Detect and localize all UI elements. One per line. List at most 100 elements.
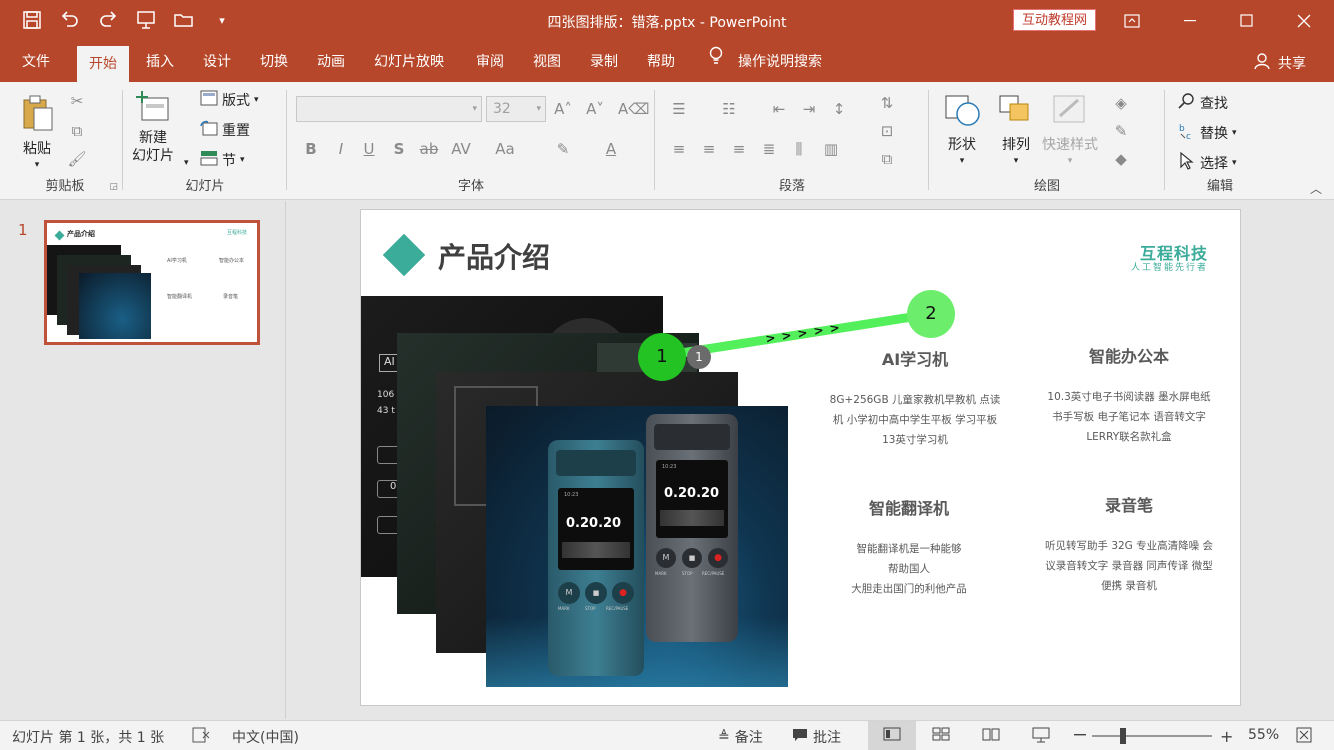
- layout-button[interactable]: 版式 ▾: [200, 90, 259, 110]
- tell-me-search[interactable]: 操作说明搜索: [708, 42, 822, 82]
- cut-icon[interactable]: ✂: [66, 90, 88, 112]
- tab-view[interactable]: 视图: [533, 42, 561, 82]
- notes-icon: ≜: [718, 729, 730, 745]
- tab-design[interactable]: 设计: [203, 42, 231, 82]
- character-spacing-icon[interactable]: AV: [450, 138, 472, 160]
- select-button[interactable]: 选择 ▾: [1178, 151, 1237, 174]
- fit-to-window-button[interactable]: [1296, 727, 1312, 747]
- thumb-item-4: 录音笔: [223, 294, 239, 300]
- notes-button[interactable]: ≜ 备注: [718, 727, 763, 747]
- new-slide-button[interactable]: 新建 幻灯片: [132, 90, 174, 165]
- language-status[interactable]: 中文(中国): [232, 727, 299, 747]
- convert-to-smartart-icon[interactable]: ⧉: [876, 148, 898, 170]
- font-size-input[interactable]: 32 ▾: [486, 96, 546, 122]
- tutorial-badge[interactable]: 互动教程网: [1013, 9, 1096, 31]
- thumb-item-3: 智能翻译机: [167, 294, 193, 300]
- paste-dropdown-icon[interactable]: ▾: [35, 160, 40, 170]
- slide-sorter-view-button[interactable]: [932, 727, 950, 745]
- align-right-icon[interactable]: ≡: [728, 138, 750, 160]
- italic-icon[interactable]: I: [330, 138, 352, 160]
- strikethrough-icon[interactable]: ab: [418, 138, 440, 160]
- zoom-out-button[interactable]: [1074, 734, 1086, 736]
- tab-record[interactable]: 录制: [590, 42, 618, 82]
- share-button[interactable]: 共享: [1254, 52, 1306, 74]
- slideshow-view-button[interactable]: [1032, 727, 1050, 747]
- clipboard-launcher-icon[interactable]: ◲: [109, 182, 118, 192]
- shadow-icon[interactable]: S: [388, 138, 410, 160]
- maximize-icon[interactable]: [1219, 0, 1275, 42]
- tab-help[interactable]: 帮助: [647, 42, 675, 82]
- format-painter-icon[interactable]: 🖌: [66, 148, 88, 170]
- close-icon[interactable]: [1276, 0, 1332, 42]
- select-label: 选择: [1200, 156, 1228, 172]
- status-bar: 幻灯片 第 1 张，共 1 张 中文(中国) ≜ 备注 批注 + 55%: [0, 720, 1334, 750]
- text-direction-icon[interactable]: ⇅: [876, 92, 898, 114]
- ribbon-tabs: 文件 开始 插入 设计 切换 动画 幻灯片放映 审阅 视图 录制 帮助 操作说明…: [0, 42, 1334, 82]
- section-button[interactable]: 节 ▾: [200, 150, 245, 170]
- shape-effects-icon[interactable]: ◆: [1110, 148, 1132, 170]
- customize-qat-icon[interactable]: ▾: [210, 8, 234, 32]
- normal-view-button[interactable]: [868, 721, 916, 750]
- slide[interactable]: 产品介绍 互程科技 人工智能先行者 AI 106 43 t 0 10:23 0.…: [360, 209, 1241, 706]
- underline-icon[interactable]: U: [358, 138, 380, 160]
- tab-file[interactable]: 文件: [22, 42, 50, 82]
- highlight-icon[interactable]: ✎: [552, 138, 574, 160]
- collapse-ribbon-icon[interactable]: ︿: [1310, 180, 1322, 197]
- quick-styles-button[interactable]: 快速样式 ▾: [1042, 92, 1098, 166]
- columns-icon[interactable]: ▥: [820, 138, 842, 160]
- quick-access-toolbar: ▾: [20, 8, 234, 32]
- font-name-input[interactable]: ▾: [296, 96, 482, 122]
- zoom-in-button[interactable]: +: [1220, 727, 1233, 746]
- tab-transitions[interactable]: 切换: [260, 42, 288, 82]
- font-color-icon[interactable]: A: [600, 138, 622, 160]
- ribbon-display-options-icon[interactable]: [1104, 0, 1160, 42]
- reading-view-button[interactable]: [982, 727, 1000, 745]
- comments-button[interactable]: 批注: [792, 727, 841, 747]
- line-spacing-icon[interactable]: ↕: [828, 98, 850, 120]
- clear-formatting-icon[interactable]: A⌫: [618, 98, 649, 120]
- zoom-slider-handle[interactable]: [1120, 728, 1126, 744]
- slide-thumbnail[interactable]: 产品介绍 互程科技 AI学习机 智能办公本 智能翻译机 录音笔: [44, 220, 260, 345]
- undo-icon[interactable]: [58, 8, 82, 32]
- paste-button[interactable]: 粘贴 ▾: [20, 94, 54, 170]
- shapes-button[interactable]: 形状 ▾: [942, 92, 982, 166]
- reset-button[interactable]: 重置: [200, 120, 250, 140]
- decrease-indent-icon[interactable]: ⇤: [768, 98, 790, 120]
- title-bar: ▾ 四张图排版：错落.pptx - PowerPoint 互动教程网: [0, 0, 1334, 42]
- new-slide-dropdown-icon[interactable]: ▾: [184, 158, 189, 168]
- tab-slideshow[interactable]: 幻灯片放映: [374, 42, 444, 82]
- justify-icon[interactable]: ≣: [758, 138, 780, 160]
- save-icon[interactable]: [20, 8, 44, 32]
- present-from-start-icon[interactable]: [134, 8, 158, 32]
- bullets-icon[interactable]: ☰: [668, 98, 690, 120]
- accessibility-icon[interactable]: [192, 727, 210, 743]
- align-text-icon[interactable]: ⊡: [876, 120, 898, 142]
- tab-animations[interactable]: 动画: [317, 42, 345, 82]
- shape-outline-icon[interactable]: ✎: [1110, 120, 1132, 142]
- align-center-icon[interactable]: ≡: [698, 138, 720, 160]
- tab-home[interactable]: 开始: [77, 46, 129, 82]
- replace-button[interactable]: bc 替换 ▾: [1178, 122, 1237, 144]
- increase-indent-icon[interactable]: ⇥: [798, 98, 820, 120]
- distributed-icon[interactable]: ⫼: [788, 138, 810, 160]
- bold-icon[interactable]: B: [300, 138, 322, 160]
- shape-fill-icon[interactable]: ◈: [1110, 92, 1132, 114]
- tab-insert[interactable]: 插入: [146, 42, 174, 82]
- zoom-level[interactable]: 55%: [1248, 727, 1279, 743]
- minimize-icon[interactable]: [1163, 0, 1219, 42]
- align-left-icon[interactable]: ≡: [668, 138, 690, 160]
- copy-icon[interactable]: ⧉: [66, 120, 88, 142]
- decrease-font-size-icon[interactable]: A˅: [584, 98, 606, 120]
- open-folder-icon[interactable]: [172, 8, 196, 32]
- find-button[interactable]: 查找: [1178, 92, 1228, 114]
- change-case-icon[interactable]: Aa: [494, 138, 516, 160]
- tab-review[interactable]: 审阅: [476, 42, 504, 82]
- slide-count-status: 幻灯片 第 1 张，共 1 张: [12, 730, 165, 746]
- paste-label: 粘贴: [23, 141, 51, 157]
- redo-icon[interactable]: [96, 8, 120, 32]
- zoom-slider[interactable]: [1092, 735, 1212, 737]
- arrange-button[interactable]: 排列 ▾: [996, 92, 1036, 166]
- drawing-group-label: 绘图: [1033, 179, 1060, 194]
- numbering-icon[interactable]: ☷: [718, 98, 740, 120]
- increase-font-size-icon[interactable]: A˄: [552, 98, 574, 120]
